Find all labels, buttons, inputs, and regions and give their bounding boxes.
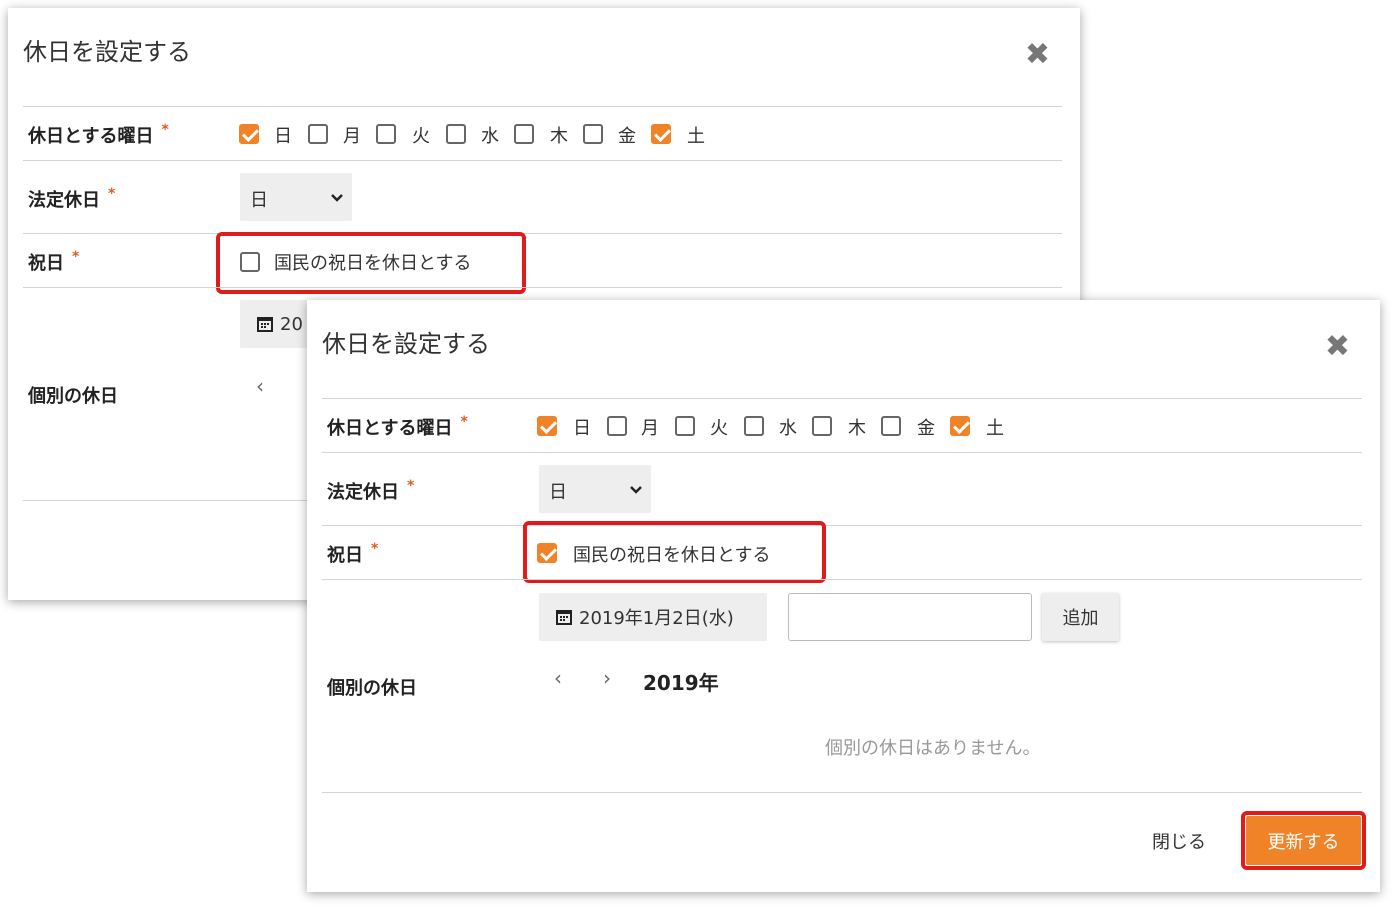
weekday-checkbox-fri[interactable] — [583, 124, 603, 144]
divider — [322, 579, 1362, 580]
weekday-checkbox-sat[interactable] — [950, 416, 970, 436]
national-holiday-checkbox[interactable] — [240, 252, 260, 272]
divider — [322, 792, 1362, 793]
dialog-title: 休日を設定する — [23, 38, 191, 66]
weekday-checkbox-mon[interactable] — [607, 416, 627, 436]
divider — [23, 160, 1062, 161]
weekday-checkbox-tue[interactable] — [675, 416, 695, 436]
national-holiday-label-text: 祝日 — [28, 253, 64, 274]
prev-icon[interactable]: ‹ — [256, 374, 264, 398]
national-holiday-label-text: 祝日 — [327, 545, 363, 566]
close-button[interactable]: 閉じる — [1152, 828, 1206, 854]
weekday-label-tue: 火 — [412, 126, 430, 147]
divider — [322, 525, 1362, 526]
weekday-label-text: 休日とする曜日 — [28, 126, 154, 147]
weekday-label-mon: 月 — [343, 126, 361, 147]
weekday-checkbox-wed[interactable] — [744, 416, 764, 436]
national-holiday-label: 祝日 * — [327, 541, 378, 567]
weekday-label-wed: 水 — [779, 418, 797, 439]
add-button[interactable]: 追加 — [1042, 593, 1119, 641]
legal-holiday-label: 法定休日 * — [327, 478, 414, 504]
divider — [322, 452, 1362, 453]
weekday-checkbox-sun[interactable] — [239, 124, 259, 144]
next-icon[interactable]: › — [603, 666, 611, 690]
weekday-label-fri: 金 — [917, 418, 935, 439]
national-holiday-label: 祝日 * — [28, 249, 79, 275]
chevron-down-icon — [331, 194, 343, 202]
calendar-icon — [257, 317, 273, 332]
weekday-label: 休日とする曜日 * — [327, 414, 468, 440]
prev-icon[interactable]: ‹ — [554, 666, 562, 690]
date-value: 2019年1月2日(水) — [579, 608, 734, 629]
weekday-checkbox-mon[interactable] — [308, 124, 328, 144]
weekday-label-sun: 日 — [573, 418, 591, 439]
weekday-checkbox-wed[interactable] — [446, 124, 466, 144]
weekday-label-thu: 木 — [848, 418, 866, 439]
year-label: 2019年 — [643, 671, 719, 695]
close-icon[interactable]: ✖ — [1325, 332, 1350, 362]
national-holiday-checkbox[interactable] — [537, 543, 557, 563]
weekday-checkbox-sun[interactable] — [537, 416, 557, 436]
empty-message: 個別の休日はありません。 — [825, 738, 1041, 759]
weekday-label-sat: 土 — [986, 418, 1004, 439]
individual-holiday-label: 個別の休日 — [327, 678, 417, 699]
required-mark: * — [371, 541, 379, 557]
national-holiday-option: 国民の祝日を休日とする — [573, 545, 771, 566]
required-mark: * — [407, 478, 415, 494]
weekday-label-fri: 金 — [618, 126, 636, 147]
weekday-label: 休日とする曜日 * — [28, 122, 169, 148]
weekday-label-mon: 月 — [641, 418, 659, 439]
weekday-label-tue: 火 — [710, 418, 728, 439]
national-holiday-option: 国民の祝日を休日とする — [274, 253, 472, 274]
close-icon[interactable]: ✖ — [1025, 40, 1050, 70]
individual-holiday-label: 個別の休日 — [28, 386, 118, 407]
required-mark: * — [108, 186, 116, 202]
weekday-checkbox-thu[interactable] — [514, 124, 534, 144]
date-value: 20 — [280, 313, 303, 335]
weekday-label-sat: 土 — [687, 126, 705, 147]
weekday-label-thu: 木 — [550, 126, 568, 147]
legal-holiday-value: 日 — [250, 190, 268, 211]
legal-holiday-label-text: 法定休日 — [327, 482, 399, 503]
date-button[interactable]: 2019年1月2日(水) — [539, 593, 767, 641]
chevron-down-icon — [630, 486, 642, 494]
legal-holiday-select[interactable]: 日 — [539, 465, 651, 513]
required-mark: * — [72, 249, 80, 265]
holiday-name-input[interactable] — [788, 593, 1032, 641]
holiday-dialog-front: 休日を設定する ✖ 休日とする曜日 * 日 月 火 水 木 金 土 法定休日 * 日… — [307, 300, 1380, 892]
divider — [23, 106, 1062, 107]
calendar-icon — [556, 610, 572, 625]
dialog-title: 休日を設定する — [322, 330, 490, 358]
legal-holiday-label: 法定休日 * — [28, 186, 115, 212]
divider — [23, 233, 1062, 234]
weekday-checkbox-sat[interactable] — [651, 124, 671, 144]
legal-holiday-label-text: 法定休日 — [28, 190, 100, 211]
required-mark: * — [161, 122, 169, 138]
required-mark: * — [460, 414, 468, 430]
legal-holiday-select[interactable]: 日 — [240, 173, 352, 221]
weekday-checkbox-fri[interactable] — [881, 416, 901, 436]
update-button[interactable]: 更新する — [1246, 816, 1361, 865]
legal-holiday-value: 日 — [549, 482, 567, 503]
weekday-checkbox-thu[interactable] — [812, 416, 832, 436]
weekday-checkbox-tue[interactable] — [376, 124, 396, 144]
weekday-label-sun: 日 — [274, 126, 292, 147]
weekday-label-wed: 水 — [481, 126, 499, 147]
divider — [23, 287, 1062, 288]
weekday-label-text: 休日とする曜日 — [327, 418, 453, 439]
divider — [322, 398, 1362, 399]
